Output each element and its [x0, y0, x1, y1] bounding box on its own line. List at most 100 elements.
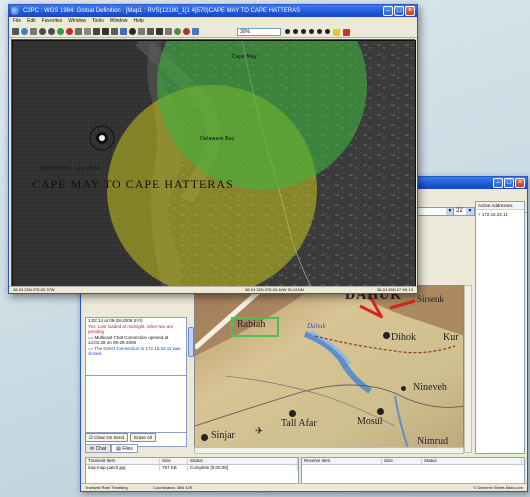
layers-icon[interactable]	[75, 28, 82, 35]
nautical-chart-view[interactable]: 12 8 Cape May Delaware Bay	[11, 0, 416, 295]
status-range-bearing: 38-04 32N 075-03 40W 51.01NM	[245, 287, 304, 292]
stop-icon[interactable]	[66, 28, 73, 35]
filter-icon[interactable]	[147, 28, 154, 35]
active-addresses-header: Active Addresses	[476, 202, 524, 210]
city-marker	[383, 332, 390, 339]
clear-on-send-button[interactable]: ☑ Clear On Send	[85, 433, 129, 442]
map-label-sinjar: Sinjar	[211, 430, 235, 441]
menu-help[interactable]: Help	[134, 17, 144, 26]
c2pc-statusbar: 38-04 22N 075-00 37W 38-04 32N 075-03 40…	[9, 286, 417, 293]
address-item[interactable]: + 172.16.32.11	[476, 210, 524, 219]
zoom-dropdown[interactable]: 30%	[237, 28, 281, 36]
table-cell: iraq-map-patch.jpg	[86, 465, 160, 471]
window-title: C2PC : WGS 1984: Global Definition : [Ma…	[23, 8, 301, 14]
erase-all-button[interactable]: Erase All	[130, 433, 156, 442]
chat-line: == The Direct Connection to 172.16.32.11…	[88, 345, 181, 357]
globe-icon[interactable]	[21, 28, 28, 35]
menu-edit[interactable]: Edit	[27, 17, 36, 26]
city-marker	[289, 410, 296, 417]
menu-file[interactable]: File	[13, 17, 21, 26]
overlay-icon[interactable]	[120, 28, 127, 35]
tab-chat[interactable]: ✉ Chat	[85, 444, 112, 453]
scale-icon[interactable]	[165, 28, 172, 35]
status-position: 38-04 55N 07 5N 13	[376, 287, 413, 292]
minimize-icon[interactable]: –	[383, 6, 393, 16]
city-marker	[201, 434, 208, 441]
pencil-icon[interactable]	[343, 29, 350, 36]
minimize-icon[interactable]: –	[493, 178, 503, 188]
status-coordinates: Coordinates: 36N 42E	[153, 485, 193, 490]
track-icon[interactable]	[129, 28, 136, 35]
chat-line: Yes. Last loaded at midnight, other two …	[88, 323, 174, 335]
zoom-value: 22	[456, 208, 463, 214]
dot-icon[interactable]	[309, 29, 314, 34]
grid-icon[interactable]	[138, 28, 145, 35]
airport-icon: ✈	[255, 426, 264, 437]
shared-map-view[interactable]: Rabiah Dahuk DAHUK Sirsenk Dihok Kur Nin…	[194, 285, 464, 453]
map-vertical-scrollbar[interactable]	[464, 285, 472, 453]
close-icon[interactable]: ×	[405, 6, 415, 16]
zoom-value: 30%	[240, 29, 251, 35]
column-header[interactable]: Receive Item	[302, 458, 382, 464]
map-label-sirsenk: Sirsenk	[417, 294, 444, 304]
dot-icon[interactable]	[317, 29, 322, 34]
measure-icon[interactable]	[93, 28, 100, 35]
close-icon[interactable]: ×	[515, 178, 525, 188]
maximize-icon[interactable]: □	[504, 178, 514, 188]
layer-dropdown[interactable]: ▼	[417, 207, 455, 216]
range-ring-icon[interactable]	[174, 28, 181, 35]
map-label-dahuk-river: Dahuk	[307, 322, 326, 330]
menu-tools[interactable]: Tools	[92, 17, 104, 26]
nautical-chart-graphic: 12 8 Cape May Delaware Bay	[12, 0, 416, 295]
map-horizontal-scrollbar[interactable]	[194, 447, 464, 454]
city-marker	[401, 386, 406, 391]
map-label-tall-afar: Tall Afar	[281, 418, 317, 429]
tab-files[interactable]: ▤ Files	[111, 444, 138, 453]
table-cell: Complete [0:00:08]	[188, 465, 298, 471]
column-header[interactable]: Status	[188, 458, 298, 464]
dot-icon[interactable]	[285, 29, 290, 34]
chat-app-statusbar: Transmit Rate Throttling Coordinates: 36…	[81, 483, 527, 491]
status-cursor-position: 38-04 22N 075-00 37W	[13, 287, 55, 292]
table-cell: 797 KB	[160, 465, 188, 471]
draw-icon[interactable]	[102, 28, 109, 35]
zoom-dropdown[interactable]: 22 ▼	[453, 207, 475, 216]
help-icon[interactable]	[192, 28, 199, 35]
map-label-nineveh: Nineveh	[413, 382, 447, 393]
north-arrow-icon[interactable]	[156, 28, 163, 35]
chat-message-input[interactable]	[85, 375, 187, 433]
target-icon[interactable]	[183, 28, 190, 35]
app-icon	[11, 7, 19, 15]
menu-window-2[interactable]: Window	[110, 17, 128, 26]
print-icon[interactable]	[84, 28, 91, 35]
lightning-icon[interactable]	[333, 29, 340, 36]
map-label-nimrud: Nimrud	[417, 436, 449, 447]
chevron-down-icon: ▼	[466, 208, 474, 215]
refresh-icon[interactable]	[57, 28, 64, 35]
column-header[interactable]: Transmit Item	[86, 458, 160, 464]
c2pc-titlebar[interactable]: C2PC : WGS 1984: Global Definition : [Ma…	[9, 5, 417, 17]
menu-favorites[interactable]: Favorites	[42, 17, 63, 26]
column-header[interactable]: Size	[160, 458, 188, 464]
zoom-out-icon[interactable]	[48, 28, 55, 35]
menu-bar: File Edit Favorites Window Tools Window …	[9, 17, 417, 26]
pan-icon[interactable]	[30, 28, 37, 35]
main-toolbar	[9, 26, 417, 38]
column-header[interactable]: Status	[422, 458, 522, 464]
dot-icon[interactable]	[325, 29, 330, 34]
table-row[interactable]: iraq-map-patch.jpg 797 KB Complete [0:00…	[86, 465, 298, 471]
map-label-rabiah: Rabiah	[237, 319, 266, 330]
zoom-in-icon[interactable]	[39, 28, 46, 35]
home-icon[interactable]	[12, 28, 19, 35]
dot-icon[interactable]	[301, 29, 306, 34]
column-header[interactable]: Size	[382, 458, 422, 464]
chart-subtitle: UNITED STATES - EAST COAST	[40, 166, 101, 171]
map-label-kur: Kur	[443, 332, 459, 343]
shared-map-graphic	[195, 286, 463, 452]
select-icon[interactable]	[111, 28, 118, 35]
maximize-icon[interactable]: □	[394, 6, 404, 16]
address-label: 172.16.32.11	[481, 212, 508, 217]
menu-window[interactable]: Window	[68, 17, 86, 26]
city-marker	[377, 408, 384, 415]
dot-icon[interactable]	[293, 29, 298, 34]
